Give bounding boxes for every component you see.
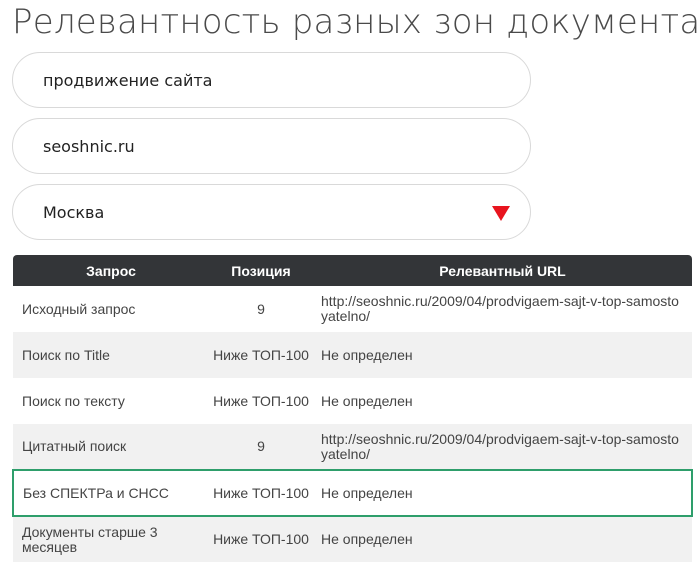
- table-row: Поиск по Title Ниже ТОП-100 Не определен: [13, 332, 692, 378]
- row-position-cell: Ниже ТОП-100: [209, 516, 313, 562]
- row-query-cell: Цитатный поиск: [13, 424, 209, 470]
- row-position-cell: Ниже ТОП-100: [209, 332, 313, 378]
- row-url-cell: Не определен: [313, 332, 692, 378]
- table-row: Документы старше 3 месяцев Ниже ТОП-100 …: [13, 516, 692, 562]
- triangle-down-icon[interactable]: [492, 206, 510, 221]
- row-url-cell: Не определен: [313, 469, 693, 517]
- table-header-row: Запрос Позиция Релевантный URL: [13, 255, 692, 286]
- table-row: Поиск по тексту Ниже ТОП-100 Не определе…: [13, 378, 692, 424]
- row-position-cell: Ниже ТОП-100: [213, 392, 309, 409]
- row-url-cell: http://seoshnic.ru/2009/04/prodvigaem-sa…: [313, 424, 692, 470]
- column-header-url: Релевантный URL: [313, 255, 692, 286]
- region-select-value: Москва: [43, 202, 105, 222]
- table-row: Исходный запрос 9 http://seoshnic.ru/200…: [13, 286, 692, 332]
- row-position-cell: 9: [209, 424, 313, 470]
- column-header-query: Запрос: [13, 255, 209, 286]
- row-query-cell: Документы старше 3 месяцев: [13, 516, 209, 562]
- row-query-cell: Без СПЕКТРа и СНСС: [12, 469, 209, 517]
- row-query-cell: Поиск по Title: [13, 332, 209, 378]
- table-row: Цитатный поиск 9 http://seoshnic.ru/2009…: [13, 424, 692, 470]
- row-position-cell: Ниже ТОП-100: [209, 469, 313, 517]
- row-url-cell: Не определен: [313, 516, 692, 562]
- row-url-cell: Не определен: [321, 392, 413, 409]
- row-query-cell: Исходный запрос: [22, 300, 136, 317]
- row-url-cell: http://seoshnic.ru/2009/04/prodvigaem-sa…: [321, 293, 679, 324]
- row-position-cell: 9: [257, 300, 265, 317]
- query-input[interactable]: [12, 52, 531, 108]
- table-row-highlighted: Без СПЕКТРа и СНСС Ниже ТОП-100 Не опред…: [12, 469, 693, 517]
- region-select[interactable]: Москва: [12, 184, 531, 240]
- page-title: Релевантность разных зон документа: [12, 2, 700, 42]
- relevance-table: Запрос Позиция Релевантный URL Исходный …: [12, 255, 693, 562]
- column-header-position: Позиция: [209, 255, 313, 286]
- site-input[interactable]: [12, 118, 531, 174]
- row-query-cell: Поиск по тексту: [22, 392, 125, 409]
